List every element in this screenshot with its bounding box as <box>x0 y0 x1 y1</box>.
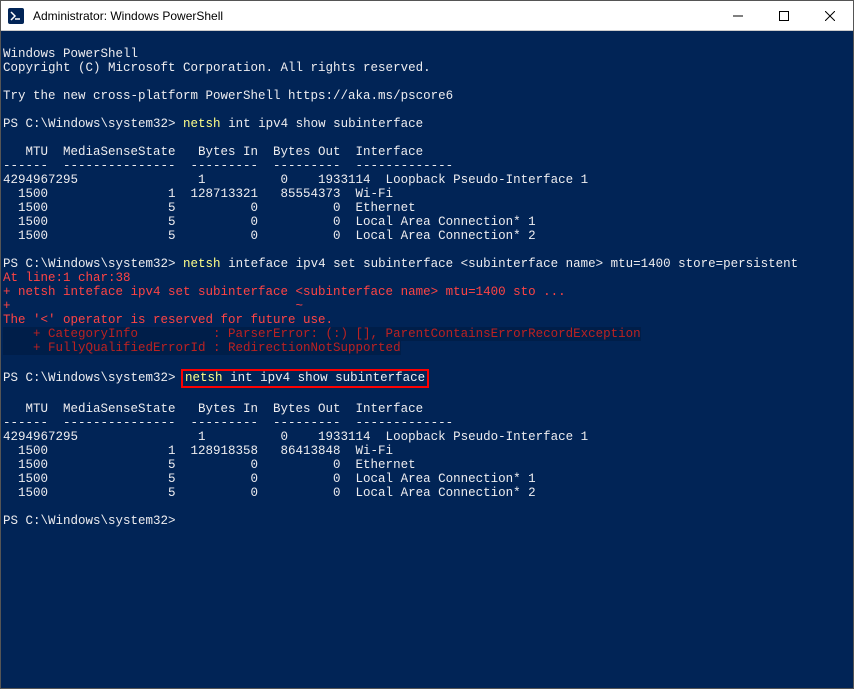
prompt: PS C:\Windows\system32> <box>3 371 176 385</box>
table-row: 4294967295 1 0 1933114 Loopback Pseudo-I… <box>3 173 588 187</box>
maximize-icon <box>779 11 789 21</box>
table-divider: ------ --------------- --------- -------… <box>3 159 453 173</box>
banner-line: Windows PowerShell <box>3 47 138 61</box>
table-row: 4294967295 1 0 1933114 Loopback Pseudo-I… <box>3 430 588 444</box>
error-line: The '<' operator is reserved for future … <box>3 313 333 327</box>
close-icon <box>825 11 835 21</box>
command-args: int ipv4 show subinterface <box>223 371 426 385</box>
prompt: PS C:\Windows\system32> <box>3 514 176 528</box>
window-title: Administrator: Windows PowerShell <box>31 9 715 23</box>
table-row: 1500 1 128918358 86413848 Wi-Fi <box>3 444 393 458</box>
minimize-icon <box>733 11 743 21</box>
close-button[interactable] <box>807 1 853 31</box>
command-line: PS C:\Windows\system32> netsh int ipv4 s… <box>3 117 423 131</box>
table-row: 1500 5 0 0 Local Area Connection* 2 <box>3 229 536 243</box>
powershell-window: Administrator: Windows PowerShell Window… <box>0 0 854 689</box>
window-controls <box>715 1 853 30</box>
table-divider: ------ --------------- --------- -------… <box>3 416 453 430</box>
error-detail-line: + CategoryInfo : ParserError: (:) [], Pa… <box>3 327 641 341</box>
maximize-button[interactable] <box>761 1 807 31</box>
banner-line: Try the new cross-platform PowerShell ht… <box>3 89 453 103</box>
terminal-output[interactable]: Windows PowerShell Copyright (C) Microso… <box>1 31 853 688</box>
app-icon <box>1 1 31 31</box>
table-row: 1500 5 0 0 Local Area Connection* 1 <box>3 472 536 486</box>
table-header: MTU MediaSenseState Bytes In Bytes Out I… <box>3 402 423 416</box>
table-row: 1500 5 0 0 Ethernet <box>3 458 416 472</box>
table-row: 1500 5 0 0 Ethernet <box>3 201 416 215</box>
table-row: 1500 5 0 0 Local Area Connection* 2 <box>3 486 536 500</box>
table-row: 1500 5 0 0 Local Area Connection* 1 <box>3 215 536 229</box>
error-detail-line: + FullyQualifiedErrorId : RedirectionNot… <box>3 341 401 355</box>
error-line: + netsh inteface ipv4 set subinterface <… <box>3 285 566 299</box>
command-args: inteface ipv4 set subinterface <subinter… <box>221 257 799 271</box>
prompt: PS C:\Windows\system32> <box>3 257 176 271</box>
minimize-button[interactable] <box>715 1 761 31</box>
prompt-line: PS C:\Windows\system32> <box>3 514 176 528</box>
command-args: int ipv4 show subinterface <box>221 117 424 131</box>
command-line: PS C:\Windows\system32> netsh int ipv4 s… <box>3 371 427 385</box>
titlebar[interactable]: Administrator: Windows PowerShell <box>1 1 853 31</box>
command-token: netsh <box>183 117 221 131</box>
error-line: + ~ <box>3 299 303 313</box>
error-line: At line:1 char:38 <box>3 271 131 285</box>
table-header: MTU MediaSenseState Bytes In Bytes Out I… <box>3 145 423 159</box>
command-token: netsh <box>183 257 221 271</box>
banner-line: Copyright (C) Microsoft Corporation. All… <box>3 61 431 75</box>
command-token: netsh <box>185 371 223 385</box>
highlighted-command: netsh int ipv4 show subinterface <box>181 369 429 388</box>
table-row: 1500 1 128713321 85554373 Wi-Fi <box>3 187 393 201</box>
prompt: PS C:\Windows\system32> <box>3 117 176 131</box>
command-line: PS C:\Windows\system32> netsh inteface i… <box>3 257 798 271</box>
